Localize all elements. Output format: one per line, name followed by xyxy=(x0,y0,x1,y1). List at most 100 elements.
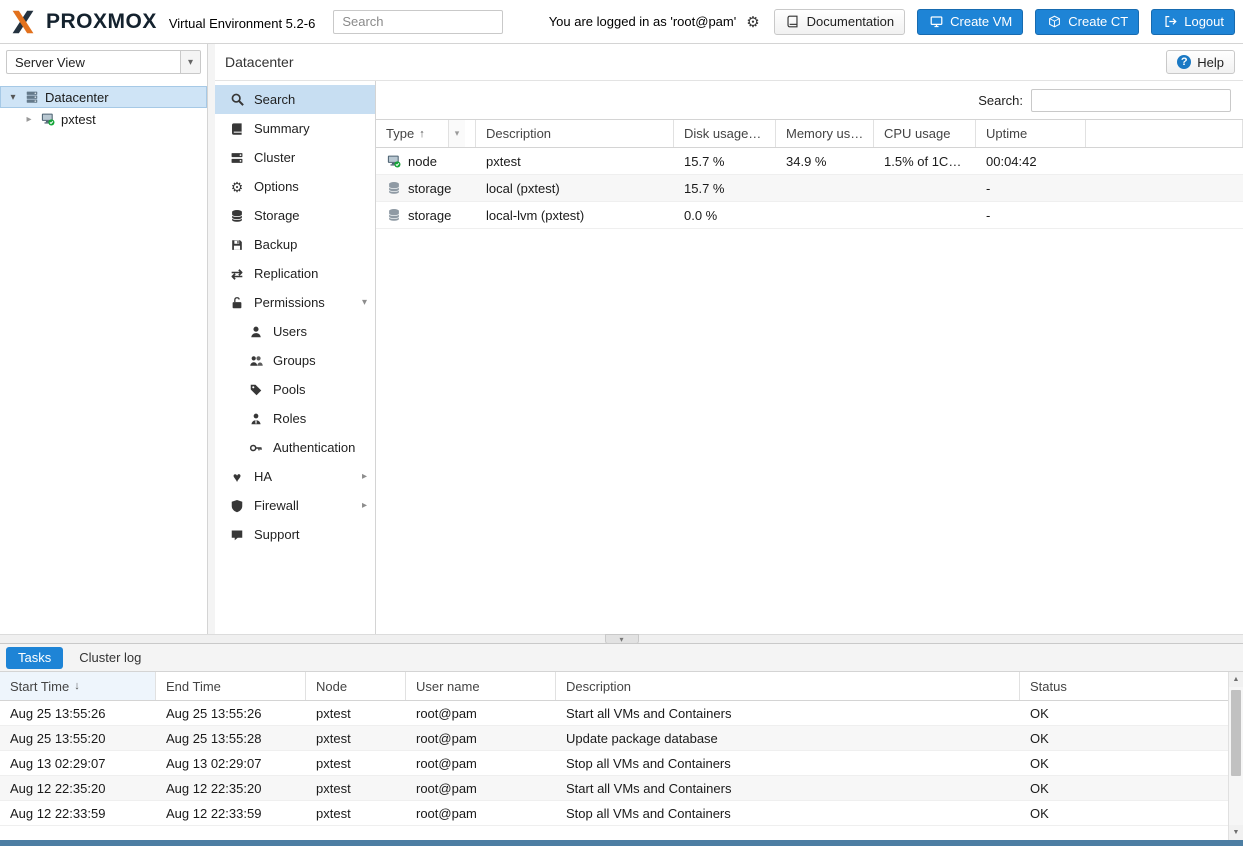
logout-icon xyxy=(1162,14,1178,30)
chevron-down-icon: ▾ xyxy=(455,128,460,139)
column-header-end-time[interactable]: End Time xyxy=(156,672,306,700)
task-row[interactable]: Aug 25 13:55:20 Aug 25 13:55:28 pxtest r… xyxy=(0,726,1228,751)
search-result-row[interactable]: node pxtest 15.7 % 34.9 % 1.5% of 1C… 00… xyxy=(376,148,1243,175)
nav-item-replication[interactable]: ⇄ Replication xyxy=(215,259,375,288)
cell-start-time: Aug 12 22:33:59 xyxy=(0,806,156,821)
nav-item-support[interactable]: Support xyxy=(215,520,375,549)
column-header-cpu-usage[interactable]: CPU usage xyxy=(874,120,976,147)
column-label: CPU usage xyxy=(884,126,950,141)
cell-start-time: Aug 25 13:55:26 xyxy=(0,706,156,721)
datacenter-server-icon xyxy=(24,89,40,105)
logout-button[interactable]: Logout xyxy=(1151,9,1235,35)
content-panel: Datacenter ? Help Search Summary xyxy=(215,44,1243,634)
column-header-memory-usage[interactable]: Memory us… xyxy=(776,120,874,147)
cell-node: pxtest xyxy=(306,806,406,821)
user-settings-gear-icon[interactable]: ⚙ xyxy=(746,13,759,31)
scrollbar-thumb[interactable] xyxy=(1231,690,1241,776)
create-vm-button[interactable]: Create VM xyxy=(917,9,1023,35)
column-header-disk-usage[interactable]: Disk usage… xyxy=(674,120,776,147)
nav-item-label: Backup xyxy=(254,237,297,252)
column-header-user-name[interactable]: User name xyxy=(406,672,556,700)
search-result-row[interactable]: storage local (pxtest) 15.7 % - xyxy=(376,175,1243,202)
gear-icon: ⚙ xyxy=(229,179,245,195)
column-header-description[interactable]: Description xyxy=(556,672,1020,700)
view-selector-combo[interactable]: Server View ▾ xyxy=(6,50,201,74)
nav-item-label: Support xyxy=(254,527,300,542)
nav-item-label: Groups xyxy=(273,353,316,368)
create-ct-button[interactable]: Create CT xyxy=(1035,9,1139,35)
nav-item-storage[interactable]: Storage xyxy=(215,201,375,230)
cell-end-time: Aug 25 13:55:26 xyxy=(156,706,306,721)
view-selector-value: Server View xyxy=(7,55,180,70)
column-header-type[interactable]: Type ↑ ▾ xyxy=(376,120,476,147)
task-row[interactable]: Aug 13 02:29:07 Aug 13 02:29:07 pxtest r… xyxy=(0,751,1228,776)
nav-item-permissions[interactable]: Permissions ▾ xyxy=(215,288,375,317)
nav-item-search[interactable]: Search xyxy=(215,85,375,114)
nav-item-ha[interactable]: ♥ HA ▸ xyxy=(215,462,375,491)
cell-status: OK xyxy=(1020,806,1228,821)
collapse-panel-handle[interactable]: ▾ xyxy=(605,634,639,644)
nav-item-backup[interactable]: Backup xyxy=(215,230,375,259)
nav-item-label: Summary xyxy=(254,121,310,136)
nav-item-options[interactable]: ⚙ Options xyxy=(215,172,375,201)
column-header-status[interactable]: Status xyxy=(1020,672,1228,700)
column-label: Type xyxy=(386,126,414,141)
combo-dropdown-trigger[interactable]: ▾ xyxy=(180,51,200,73)
vertical-splitter[interactable] xyxy=(208,44,215,634)
nav-item-summary[interactable]: Summary xyxy=(215,114,375,143)
book-icon xyxy=(229,121,245,137)
column-header-description[interactable]: Description xyxy=(476,120,674,147)
task-row[interactable]: Aug 12 22:33:59 Aug 12 22:33:59 pxtest r… xyxy=(0,801,1228,826)
cell-description: local (pxtest) xyxy=(476,175,674,201)
storage-database-icon xyxy=(386,207,402,223)
global-search-input[interactable] xyxy=(333,10,503,34)
nav-item-pools[interactable]: Pools xyxy=(215,375,375,404)
task-row[interactable]: Aug 25 13:55:26 Aug 25 13:55:26 pxtest r… xyxy=(0,701,1228,726)
cell-cpu-usage xyxy=(874,175,976,201)
column-label: Node xyxy=(316,679,347,694)
nav-item-authentication[interactable]: Authentication xyxy=(215,433,375,462)
cell-end-time: Aug 12 22:35:20 xyxy=(156,781,306,796)
scroll-up-icon[interactable]: ▲ xyxy=(1229,672,1243,687)
nav-item-roles[interactable]: Roles xyxy=(215,404,375,433)
tree-item-datacenter[interactable]: ▾ Datacenter xyxy=(0,86,207,108)
logout-label: Logout xyxy=(1184,14,1224,29)
nav-item-firewall[interactable]: Firewall ▸ xyxy=(215,491,375,520)
nav-item-groups[interactable]: Groups xyxy=(215,346,375,375)
brand-wordmark: PROXMOX xyxy=(46,10,157,34)
cell-disk-usage: 0.0 % xyxy=(674,202,776,228)
tab-cluster-log[interactable]: Cluster log xyxy=(67,647,153,669)
resource-tree-panel: Server View ▾ ▾ Datacenter ▸ pxtest xyxy=(0,44,208,634)
task-row[interactable]: Aug 12 22:35:20 Aug 12 22:35:20 pxtest r… xyxy=(0,776,1228,801)
column-header-start-time[interactable]: Start Time ↓ xyxy=(0,672,156,700)
cube-icon xyxy=(1046,14,1062,30)
search-filter-input[interactable] xyxy=(1031,89,1231,112)
help-button[interactable]: ? Help xyxy=(1166,50,1235,74)
cell-type: storage xyxy=(408,181,451,196)
vertical-scrollbar[interactable]: ▲ ▼ xyxy=(1228,672,1243,840)
column-header-uptime[interactable]: Uptime xyxy=(976,120,1086,147)
nav-item-users[interactable]: Users xyxy=(215,317,375,346)
scroll-down-icon[interactable]: ▼ xyxy=(1229,825,1243,840)
tree-item-pxtest[interactable]: ▸ pxtest xyxy=(0,108,207,130)
tree-expander-icon[interactable]: ▾ xyxy=(7,92,19,103)
tasks-tab-bar: Tasks Cluster log xyxy=(0,644,1243,672)
resource-tree: ▾ Datacenter ▸ pxtest xyxy=(0,80,207,130)
login-status: You are logged in as 'root@pam' xyxy=(549,14,737,29)
nav-item-label: Authentication xyxy=(273,440,355,455)
column-header-node[interactable]: Node xyxy=(306,672,406,700)
scrollbar-track[interactable] xyxy=(1229,687,1243,825)
proxmox-logo-icon xyxy=(8,7,38,37)
horizontal-splitter[interactable]: ▾ xyxy=(0,634,1243,644)
tab-tasks[interactable]: Tasks xyxy=(6,647,63,669)
user-icon xyxy=(248,324,264,340)
search-result-row[interactable]: storage local-lvm (pxtest) 0.0 % - xyxy=(376,202,1243,229)
column-menu-trigger[interactable]: ▾ xyxy=(448,120,465,147)
nav-item-cluster[interactable]: Cluster xyxy=(215,143,375,172)
breadcrumb: Datacenter xyxy=(225,54,293,70)
column-label: Description xyxy=(486,126,551,141)
cell-end-time: Aug 25 13:55:28 xyxy=(156,731,306,746)
documentation-button[interactable]: Documentation xyxy=(774,9,905,35)
nav-item-label: Options xyxy=(254,179,299,194)
tree-expander-icon[interactable]: ▸ xyxy=(23,114,35,125)
